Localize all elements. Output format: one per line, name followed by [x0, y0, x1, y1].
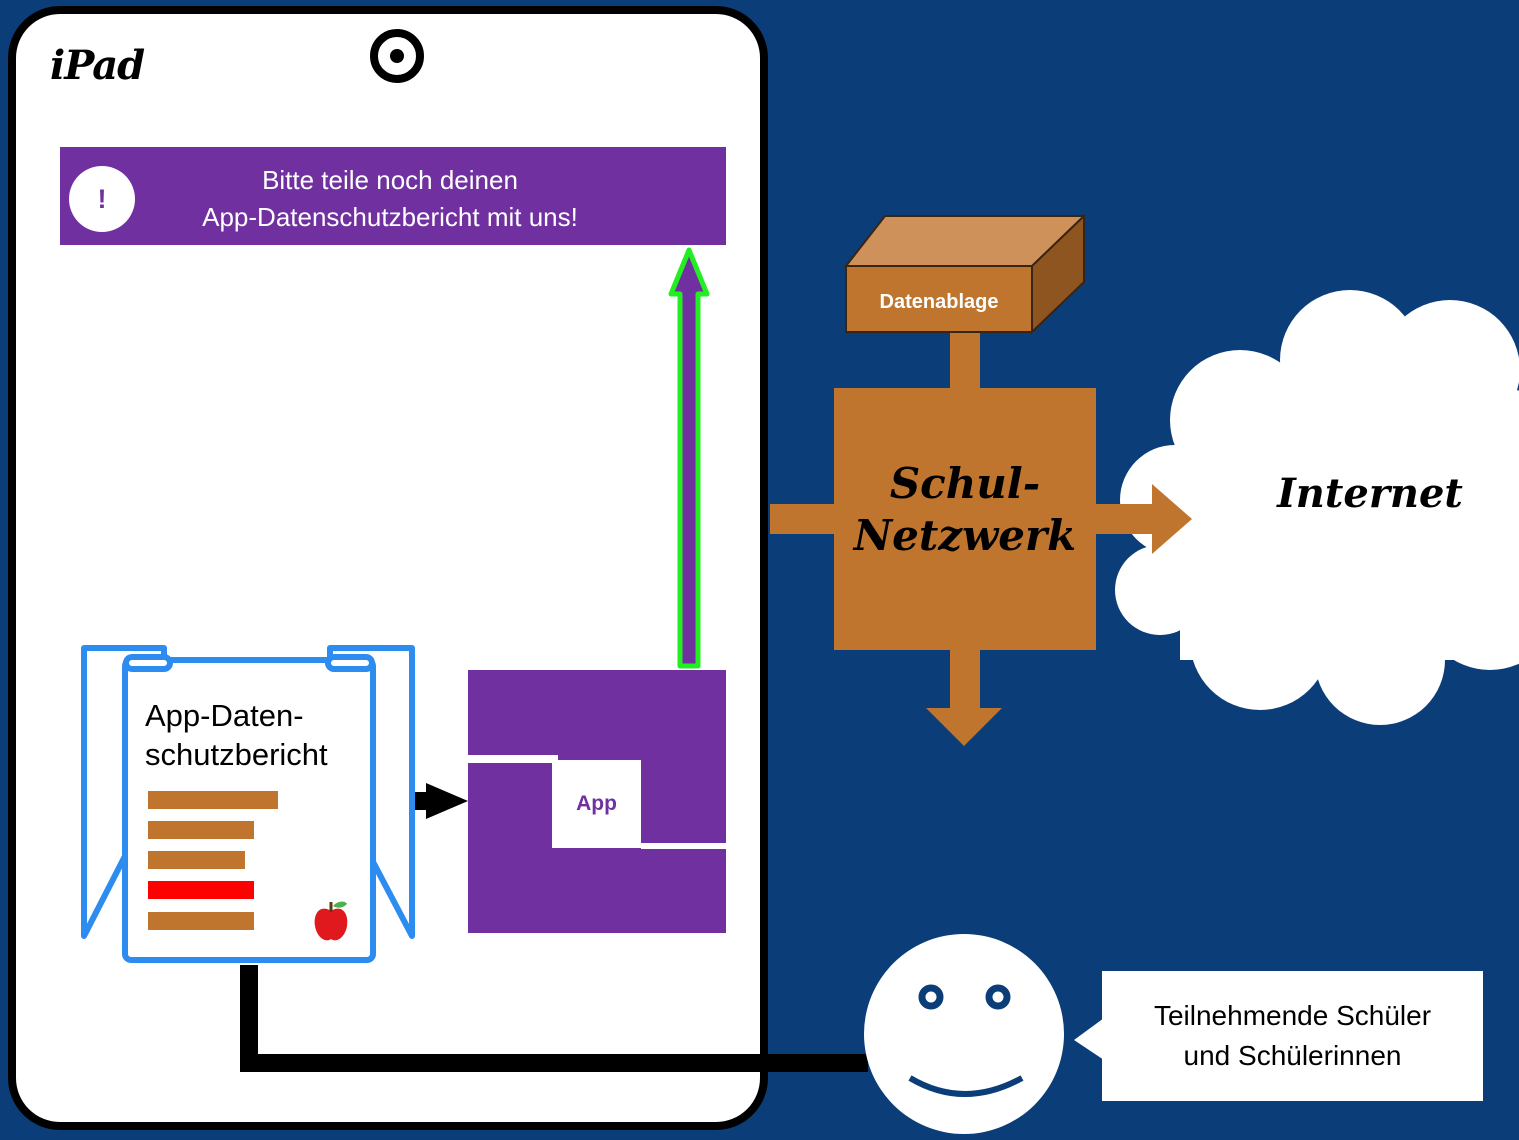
report-title: App-Daten- schutzbericht [145, 696, 365, 774]
app-label[interactable]: App [552, 760, 641, 848]
notice-line-2: App-Datenschutzbericht mit uns! [202, 202, 578, 232]
report-line [148, 791, 278, 809]
report-line [148, 912, 254, 930]
notice-text: Bitte teile noch deinen App-Datenschutzb… [150, 162, 630, 236]
app-to-notice-arrow [668, 247, 710, 669]
participants-speech-bubble: Teilnehmende Schüler und Schülerinnen [1102, 971, 1483, 1101]
network-label-line-2: Netzwerk [853, 511, 1077, 560]
report-title-line-2: schutzbericht [145, 737, 328, 772]
storage-label: Datenablage [879, 290, 999, 313]
device-label: iPad [50, 42, 145, 89]
speech-bubble-pointer [1074, 1018, 1104, 1060]
notice-banner[interactable]: ! Bitte teile noch deinen App-Datenschut… [60, 147, 726, 245]
report-line [148, 851, 245, 869]
participant-avatar [864, 934, 1064, 1134]
camera-icon [370, 29, 424, 83]
internet-label: Internet [1277, 470, 1463, 517]
participants-line-1: Teilnehmende Schüler [1153, 1000, 1432, 1031]
network-label: Schul- Netzwerk [836, 458, 1094, 562]
exclamation-icon: ! [69, 166, 135, 232]
report-line [148, 821, 254, 839]
report-to-participant-connector [240, 965, 868, 1072]
notice-line-1: Bitte teile noch deinen [262, 165, 518, 195]
report-title-line-1: App-Daten- [145, 698, 304, 733]
network-label-line-1: Schul- [889, 459, 1041, 508]
report-line-alert [148, 881, 254, 899]
participants-line-2: und Schülerinnen [1183, 1040, 1402, 1071]
